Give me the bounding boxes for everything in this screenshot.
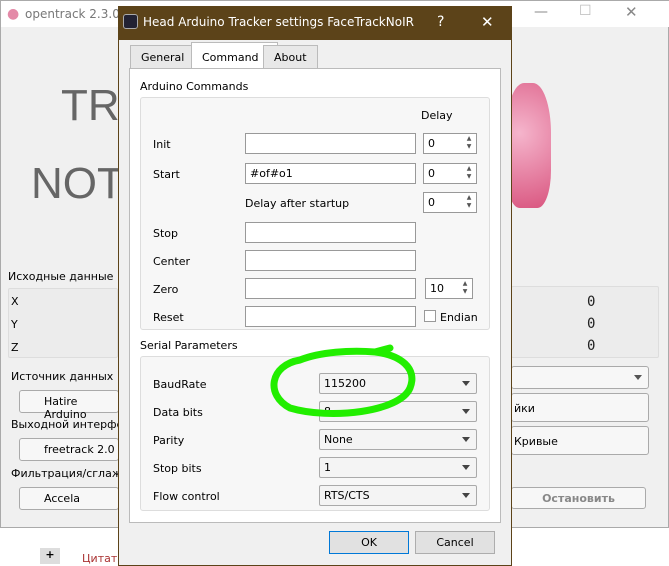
- init-label: Init: [153, 138, 171, 151]
- endian-checkbox[interactable]: [424, 310, 436, 322]
- zero-input[interactable]: [245, 278, 416, 299]
- tab-general[interactable]: General: [130, 45, 196, 69]
- stop-label: Остановить: [542, 492, 615, 505]
- dialog-title-bar: Head Arduino Tracker settings FaceTrackN…: [119, 7, 511, 40]
- serial-parameters-title: Serial Parameters: [140, 339, 238, 352]
- init-input[interactable]: [245, 133, 416, 154]
- bottom-link[interactable]: Цитат: [82, 552, 117, 565]
- not-big-text: NOT: [31, 159, 124, 208]
- curves-label: Кривые: [514, 435, 558, 448]
- tab-command-label: Command: [202, 51, 259, 64]
- close-button[interactable]: ✕: [625, 3, 638, 21]
- zero-delay-value: 10: [430, 282, 444, 295]
- delay-header: Delay: [421, 109, 453, 122]
- axis-y-label: Y: [11, 318, 18, 331]
- endian-label: Endian: [440, 311, 478, 324]
- flow-control-select[interactable]: RTS/CTS: [319, 485, 477, 506]
- start-delay-spinbox[interactable]: 0 ▲ ▼: [423, 163, 477, 184]
- arduino-icon: [123, 14, 138, 29]
- maximize-button[interactable]: ☐: [579, 3, 592, 19]
- init-delay-spinbox[interactable]: 0 ▲ ▼: [423, 133, 477, 154]
- start-label: Start: [153, 168, 180, 181]
- help-button[interactable]: ?: [437, 14, 444, 30]
- main-title: opentrack 2.3.0 ::: [25, 7, 132, 21]
- init-delay-value: 0: [428, 137, 435, 150]
- flow-control-value: RTS/CTS: [324, 489, 370, 502]
- chevron-down-icon: [462, 409, 470, 414]
- flow-control-label: Flow control: [153, 490, 220, 503]
- dialog-close-button[interactable]: ✕: [481, 13, 494, 31]
- stop-input[interactable]: [245, 222, 416, 243]
- arduino-commands-group: Delay Init 0 ▲ ▼ Start #of#o1 0 ▲ ▼ Delay af…: [140, 97, 490, 330]
- pose-readout: 000: [587, 294, 596, 354]
- databits-label: Data bits: [153, 406, 203, 419]
- settings-dialog: Head Arduino Tracker settings FaceTrackN…: [118, 6, 512, 566]
- arduino-commands-title: Arduino Commands: [140, 80, 249, 93]
- output-select[interactable]: freetrack 2.0 En: [19, 438, 119, 461]
- parity-value: None: [324, 433, 353, 446]
- tab-about[interactable]: About: [263, 45, 318, 69]
- raw-data-group: X Y Z: [8, 288, 118, 358]
- parity-select[interactable]: None: [319, 429, 477, 450]
- delay-after-startup-spinbox[interactable]: 0 ▲ ▼: [423, 192, 477, 213]
- spin-arrows-icon[interactable]: ▲ ▼: [464, 165, 474, 182]
- command-tab-pane: Arduino Commands Delay Init 0 ▲ ▼ Start #o…: [129, 68, 501, 523]
- green-annotation-circle: [270, 344, 416, 417]
- zero-label: Zero: [153, 283, 179, 296]
- input-select[interactable]: Hatire Arduino: [19, 390, 119, 421]
- reset-input[interactable]: [245, 306, 416, 327]
- minimize-button[interactable]: —: [534, 4, 548, 20]
- axis-z-label: Z: [11, 341, 19, 354]
- chevron-down-icon: [462, 381, 470, 386]
- start-input[interactable]: #of#o1: [245, 163, 416, 184]
- raw-data-label: Исходные данные: [8, 270, 114, 283]
- curves-button[interactable]: Кривые: [511, 426, 649, 455]
- stopbits-label: Stop bits: [153, 462, 202, 475]
- dialog-title: Head Arduino Tracker settings FaceTrackN…: [143, 15, 414, 29]
- settings-button[interactable]: йки: [511, 393, 649, 422]
- stopbits-select[interactable]: 1: [319, 457, 477, 478]
- octopus-logo: [506, 83, 551, 208]
- output-value: freetrack 2.0 En: [44, 443, 118, 456]
- delay-after-startup-value: 0: [428, 196, 435, 209]
- center-label: Center: [153, 255, 191, 268]
- filter-value: Accela: [44, 492, 80, 505]
- zero-delay-spinbox[interactable]: 10 ▲ ▼: [425, 278, 473, 299]
- parity-label: Parity: [153, 434, 185, 447]
- chevron-down-icon: [462, 465, 470, 470]
- chevron-down-icon: [462, 437, 470, 442]
- filter-select[interactable]: Accela: [19, 487, 119, 510]
- settings-label: йки: [514, 402, 535, 415]
- reset-label: Reset: [153, 311, 184, 324]
- spin-arrows-icon[interactable]: ▲ ▼: [464, 194, 474, 211]
- stop-label: Stop: [153, 227, 179, 240]
- center-input[interactable]: [245, 250, 416, 271]
- spin-arrows-icon[interactable]: ▲ ▼: [464, 135, 474, 152]
- pose-group: 000: [511, 286, 659, 358]
- start-delay-value: 0: [428, 167, 435, 180]
- stopbits-value: 1: [324, 461, 331, 474]
- chevron-down-icon: [462, 493, 470, 498]
- input-label: Источник данных: [11, 370, 114, 383]
- delay-after-startup-label: Delay after startup: [245, 197, 350, 210]
- axis-x-label: X: [11, 295, 19, 308]
- stop-button[interactable]: Остановить: [511, 487, 646, 509]
- baudrate-label: BaudRate: [153, 378, 207, 391]
- profile-select[interactable]: [511, 366, 649, 389]
- octopus-icon: ●: [7, 6, 20, 22]
- cancel-button[interactable]: Cancel: [415, 531, 495, 554]
- ok-button[interactable]: OK: [329, 531, 409, 554]
- chevron-down-icon: [634, 375, 642, 380]
- spin-arrows-icon[interactable]: ▲ ▼: [460, 280, 470, 297]
